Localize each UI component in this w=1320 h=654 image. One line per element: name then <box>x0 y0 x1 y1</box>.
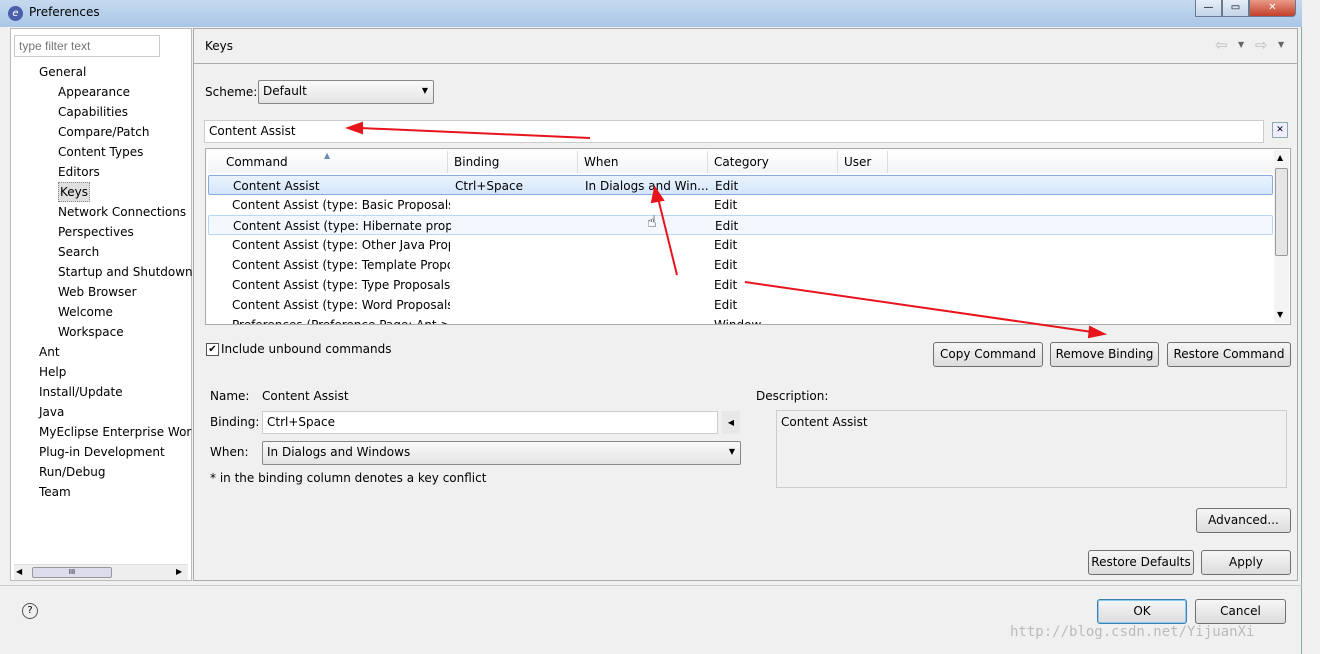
annotation-arrow <box>359 127 591 139</box>
arrow-head <box>345 121 363 135</box>
annotation-arrow <box>744 281 1093 333</box>
annotation-arrows <box>345 121 1108 339</box>
arrow-head <box>1087 325 1108 339</box>
hand-cursor-icon: ☝ <box>647 212 657 231</box>
annotation-arrow <box>657 197 678 276</box>
arrow-head <box>650 185 665 204</box>
